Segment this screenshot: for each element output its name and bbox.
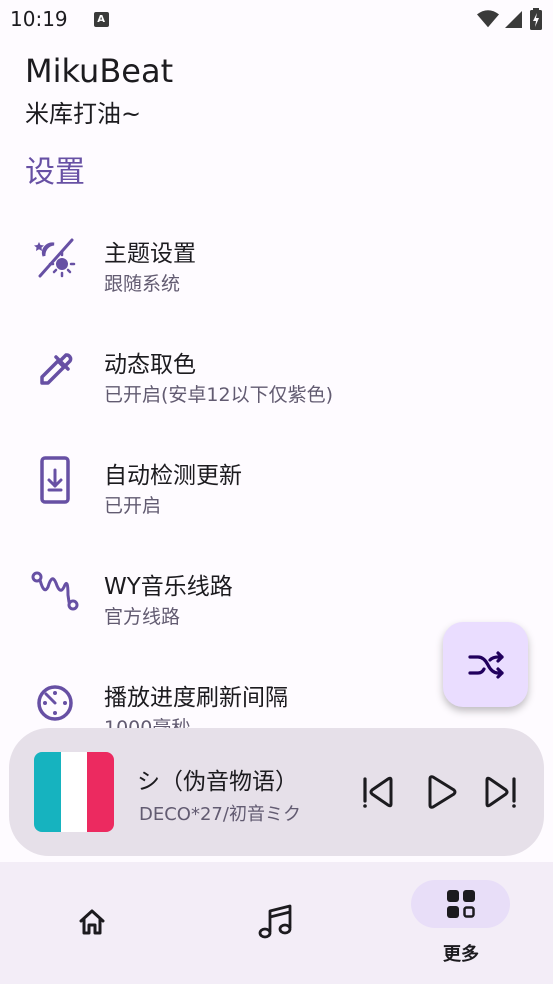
setting-item-auto-update[interactable]: 自动检测更新 已开启 [0,432,553,543]
battery-icon [530,8,542,30]
skip-next-icon [485,776,516,808]
route-icon [31,571,79,611]
setting-item-theme[interactable]: 主题设置 跟随系统 [0,210,553,321]
next-button[interactable] [481,772,521,812]
status-bar: 10:19 A [0,0,553,38]
setting-subtitle: 已开启 [104,495,162,517]
previous-button[interactable] [359,772,399,812]
play-icon [428,775,457,809]
shuffle-button[interactable] [443,622,528,707]
shuffle-icon [467,650,504,679]
setting-subtitle: 官方线路 [104,606,181,628]
skip-previous-icon [363,776,393,808]
mini-player[interactable]: シ（伪音物语） DECO*27/初音ミク [9,728,544,856]
setting-title: 播放进度刷新间隔 [104,685,288,711]
app-subtitle: 米库打油~ [25,100,142,128]
song-title: シ（伪音物语） [137,769,298,795]
setting-title: 主题设置 [104,241,196,267]
update-download-icon [40,456,70,504]
setting-title: 动态取色 [104,352,196,378]
song-artist: DECO*27/初音ミク [139,804,301,825]
play-button[interactable] [421,772,461,812]
signal-icon [505,11,522,28]
nav-item-music[interactable] [184,862,368,984]
album-art-stripe [34,752,61,832]
notification-icon: A [93,11,109,27]
setting-subtitle: 跟随系统 [104,273,181,295]
setting-subtitle: 已开启(安卓12以下仅紫色) [104,384,334,406]
section-title: 设置 [25,155,85,190]
eyedropper-icon [40,353,73,385]
album-art-stripe [60,752,88,832]
home-icon [79,909,105,935]
more-grid-icon [447,890,475,918]
bottom-nav: 更多 [0,862,553,984]
app-title: MikuBeat [25,52,174,90]
wifi-icon [477,10,499,28]
timer-icon [37,685,73,721]
setting-title: 自动检测更新 [104,463,242,489]
nav-item-more[interactable]: 更多 [369,862,553,984]
album-art-stripe [87,752,114,832]
music-note-icon [258,904,292,939]
status-time: 10:19 [10,7,68,31]
nav-item-home[interactable] [0,862,184,984]
status-icons [477,8,543,30]
album-art[interactable] [34,752,114,832]
setting-title: WY音乐线路 [104,574,233,600]
theme-icon [34,238,76,278]
setting-item-dynamic-color[interactable]: 动态取色 已开启(安卓12以下仅紫色) [0,321,553,432]
nav-label: 更多 [443,944,479,965]
